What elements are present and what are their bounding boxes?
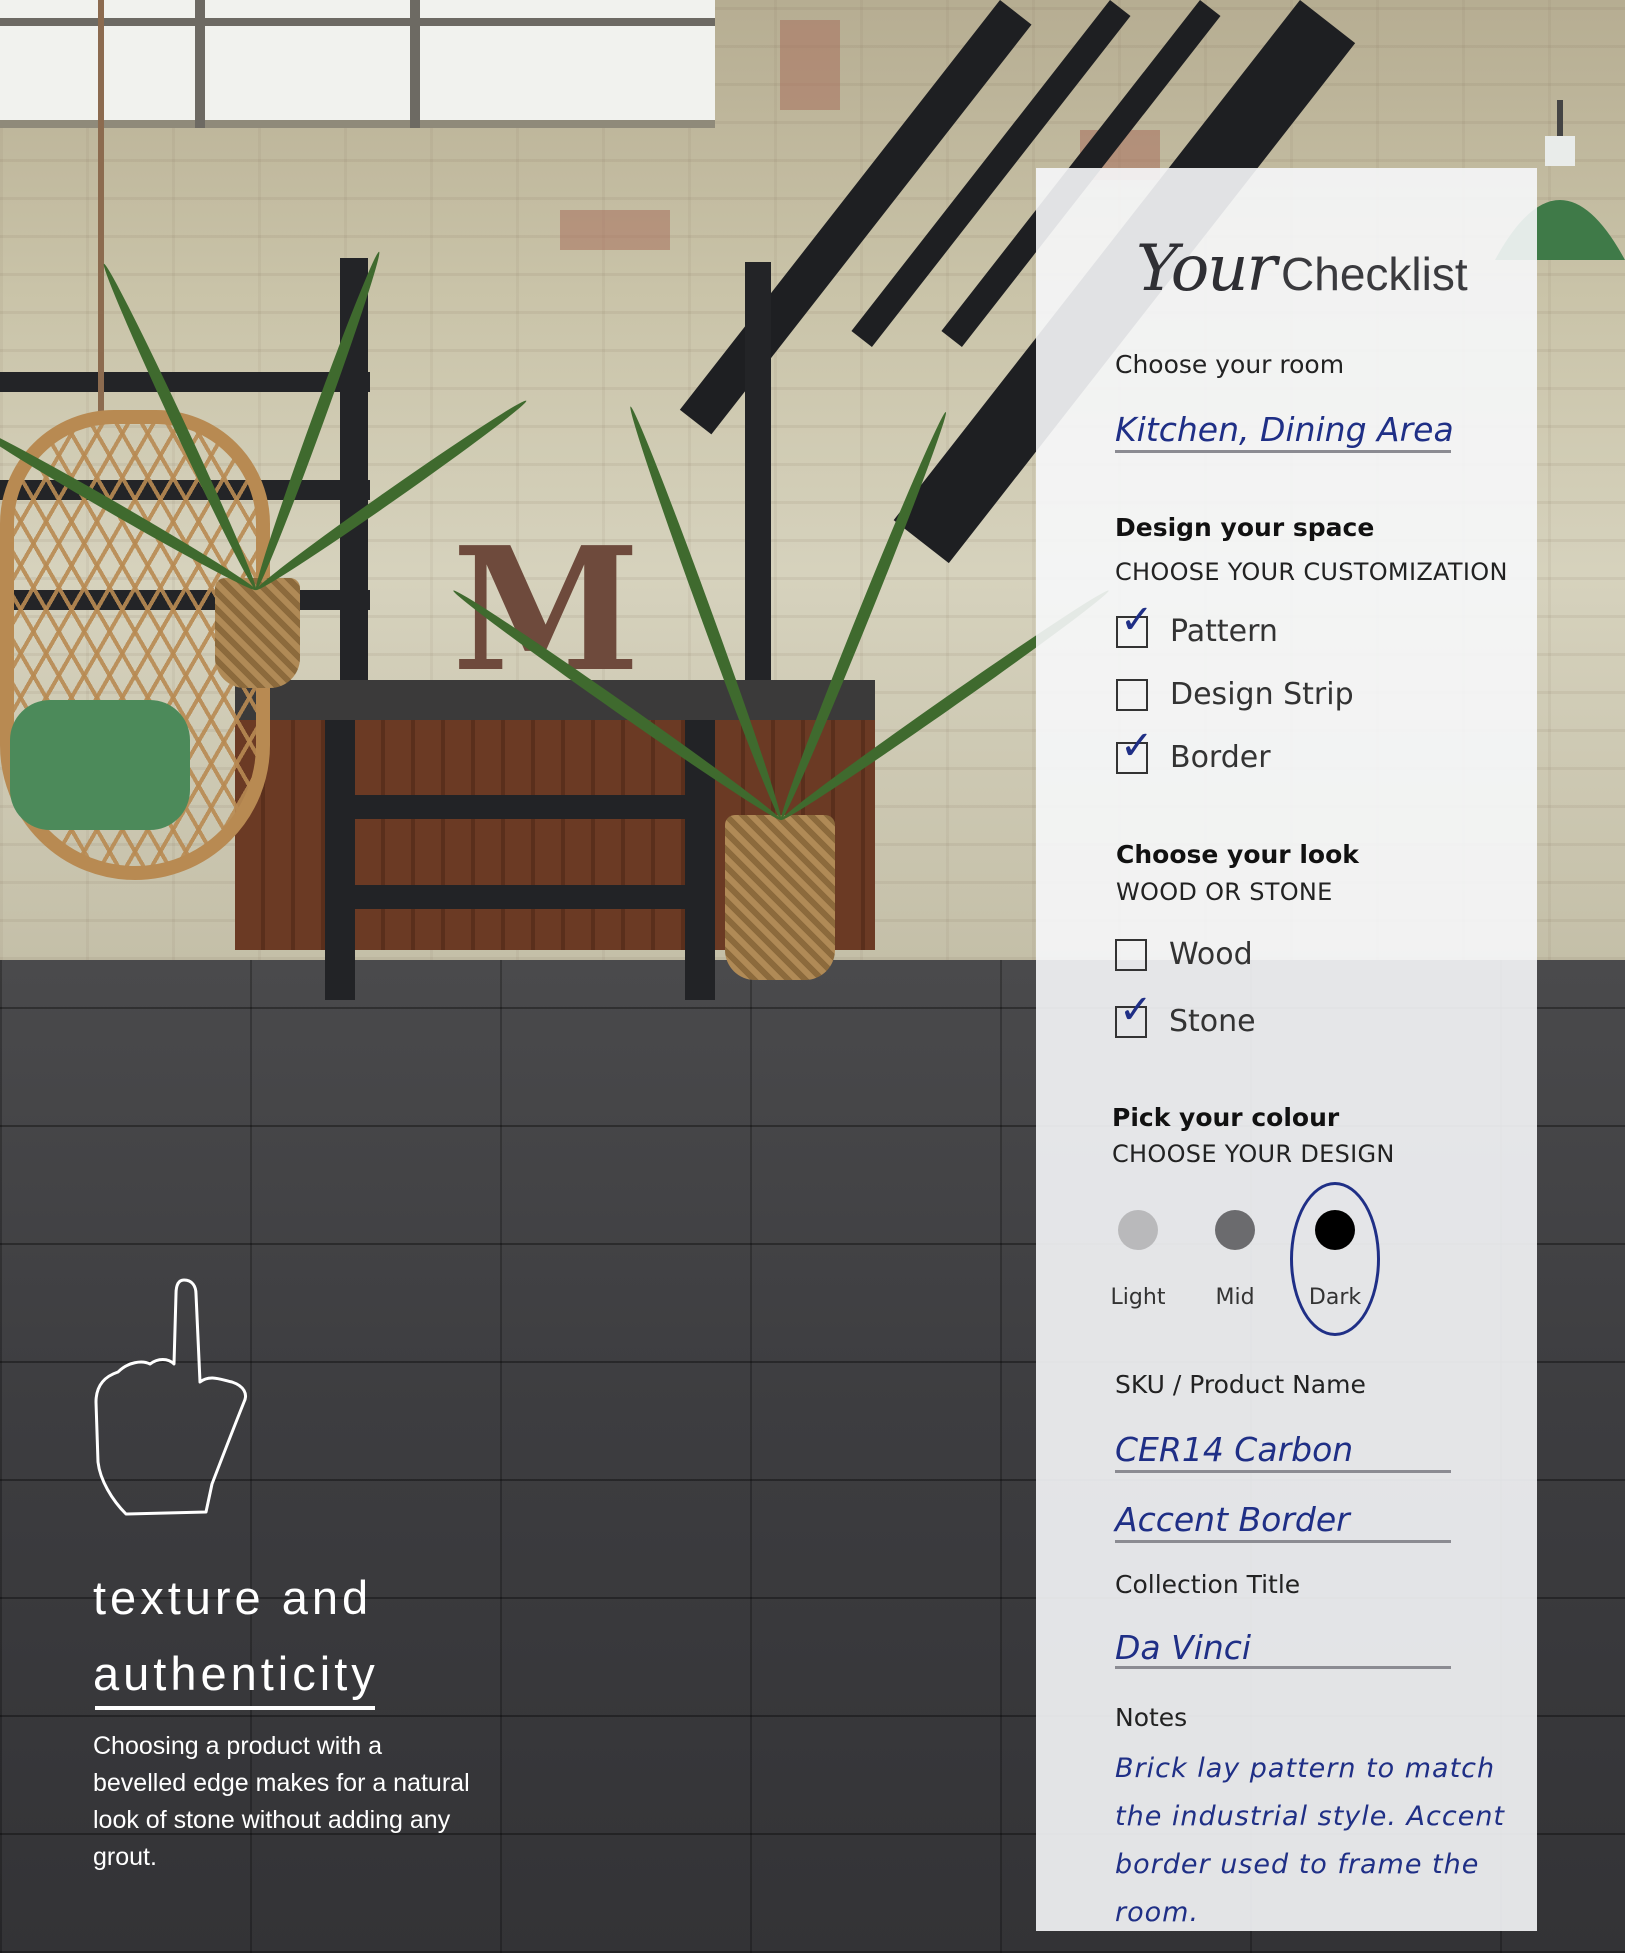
window bbox=[0, 0, 715, 128]
feature-body: Choosing a product with a bevelled edge … bbox=[93, 1732, 470, 1871]
feature-title-line-2: authenticity bbox=[93, 1647, 379, 1700]
swatch-dark-label: Dark bbox=[1308, 1285, 1362, 1310]
checkbox-border[interactable]: ✓ bbox=[1116, 726, 1154, 774]
collection-underline bbox=[1115, 1666, 1451, 1669]
feature-divider bbox=[95, 1706, 375, 1710]
title-word: Checklist bbox=[1281, 248, 1468, 300]
option-label: Pattern bbox=[1170, 614, 1278, 649]
black-steps bbox=[325, 720, 715, 1000]
sku-underline-1 bbox=[1115, 1470, 1451, 1473]
check-mark-icon: ✓ bbox=[1120, 722, 1154, 769]
feature-title: texture and authenticity bbox=[93, 1560, 453, 1712]
brick-patch bbox=[780, 20, 840, 110]
collection-value[interactable]: Da Vinci bbox=[1115, 1628, 1251, 1667]
option-label: Border bbox=[1170, 740, 1271, 775]
option-design-strip[interactable]: Design Strip bbox=[1116, 677, 1354, 712]
notes-label: Notes bbox=[1115, 1703, 1188, 1732]
title-script: Your bbox=[1136, 232, 1277, 306]
option-border[interactable]: ✓ Border bbox=[1116, 726, 1271, 775]
design-subheading: CHOOSE YOUR CUSTOMIZATION bbox=[1115, 558, 1508, 586]
swatch-mid-label: Mid bbox=[1215, 1285, 1255, 1310]
check-mark-icon: ✓ bbox=[1119, 986, 1153, 1033]
check-mark-icon: ✓ bbox=[1120, 596, 1154, 643]
notes-value[interactable]: Brick lay pattern to match the industria… bbox=[1115, 1745, 1515, 1937]
swatch-light[interactable] bbox=[1118, 1210, 1158, 1250]
sku-line-1[interactable]: CER14 Carbon bbox=[1115, 1430, 1353, 1469]
option-pattern[interactable]: ✓ Pattern bbox=[1116, 600, 1278, 649]
checkbox-pattern[interactable]: ✓ bbox=[1116, 600, 1154, 648]
chair-cushion bbox=[10, 700, 190, 830]
colour-heading: Pick your colour bbox=[1112, 1103, 1340, 1132]
checkbox-stone[interactable]: ✓ bbox=[1115, 990, 1153, 1038]
colour-subheading: CHOOSE YOUR DESIGN bbox=[1112, 1140, 1395, 1168]
look-heading: Choose your look bbox=[1116, 840, 1359, 869]
swatch-light-label: Light bbox=[1110, 1285, 1166, 1310]
option-wood[interactable]: Wood bbox=[1115, 937, 1253, 972]
checkbox-wood[interactable] bbox=[1115, 938, 1147, 971]
option-label: Design Strip bbox=[1170, 677, 1354, 712]
checklist-title: Your Checklist bbox=[1136, 232, 1468, 306]
option-stone[interactable]: ✓ Stone bbox=[1115, 990, 1256, 1039]
selected-swatch-circle bbox=[1290, 1182, 1380, 1336]
option-label: Wood bbox=[1169, 937, 1253, 972]
planter-basket bbox=[215, 578, 300, 688]
sku-line-2[interactable]: Accent Border bbox=[1115, 1500, 1350, 1539]
room-underline bbox=[1115, 450, 1451, 453]
pointing-hand-icon bbox=[94, 1278, 247, 1516]
stair-post bbox=[745, 262, 771, 702]
feature-title-line-1: texture and bbox=[93, 1571, 373, 1624]
sku-label: SKU / Product Name bbox=[1115, 1370, 1366, 1399]
collection-label: Collection Title bbox=[1115, 1570, 1301, 1599]
swatch-mid[interactable] bbox=[1215, 1210, 1255, 1250]
checkbox-design-strip[interactable] bbox=[1116, 678, 1148, 711]
design-heading: Design your space bbox=[1115, 513, 1375, 542]
brick-patch bbox=[560, 210, 670, 250]
option-label: Stone bbox=[1169, 1004, 1256, 1039]
sku-underline-2 bbox=[1115, 1540, 1451, 1543]
planter-basket bbox=[725, 815, 835, 980]
room-label: Choose your room bbox=[1115, 350, 1345, 379]
look-subheading: WOOD OR STONE bbox=[1116, 878, 1333, 906]
rail-bar bbox=[0, 372, 370, 392]
room-value[interactable]: Kitchen, Dining Area bbox=[1115, 410, 1454, 449]
chair-chain bbox=[98, 0, 104, 415]
